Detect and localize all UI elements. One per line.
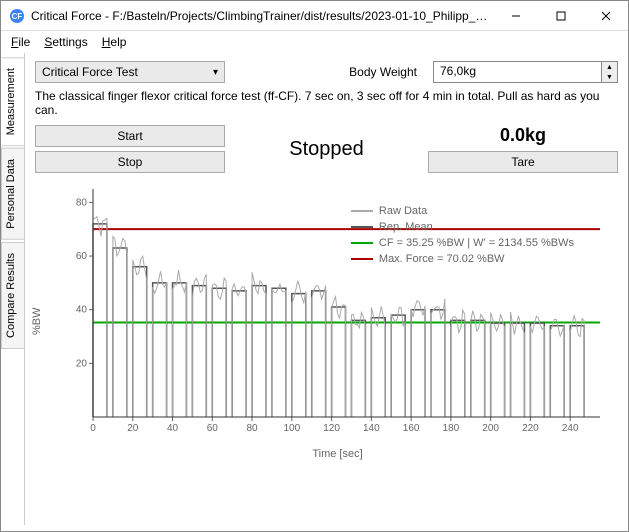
window-title: Critical Force - F:/Basteln/Projects/Cli… (31, 9, 493, 23)
svg-text:80: 80 (246, 423, 258, 434)
svg-text:CF: CF (12, 12, 23, 21)
y-axis-label: %BW (31, 308, 43, 336)
test-select[interactable]: Critical Force Test ▾ (35, 61, 225, 83)
test-description: The classical finger flexor critical for… (35, 89, 618, 117)
svg-text:0: 0 (90, 423, 96, 434)
legend-raw: Raw Data (379, 205, 427, 217)
tab-personal-data[interactable]: Personal Data (1, 148, 24, 240)
minimize-button[interactable] (493, 1, 538, 30)
svg-text:40: 40 (167, 423, 179, 434)
x-axis-label: Time [sec] (65, 448, 610, 460)
side-tabs: Measurement Personal Data Compare Result… (1, 53, 25, 525)
svg-text:240: 240 (562, 423, 579, 434)
svg-text:100: 100 (283, 423, 300, 434)
svg-text:220: 220 (522, 423, 539, 434)
chart-area: %BW 020406080100120140160180200220240204… (65, 181, 610, 517)
force-readout: 0.0kg (428, 125, 618, 146)
stop-button[interactable]: Stop (35, 151, 225, 173)
menu-settings[interactable]: Settings (44, 35, 87, 49)
svg-text:80: 80 (76, 197, 88, 208)
svg-text:160: 160 (403, 423, 420, 434)
titlebar: CF Critical Force - F:/Basteln/Projects/… (1, 1, 628, 31)
maximize-button[interactable] (538, 1, 583, 30)
legend-rep: Rep. Mean (379, 221, 433, 233)
menubar: File Settings Help (1, 31, 628, 53)
tare-button[interactable]: Tare (428, 151, 618, 173)
close-button[interactable] (583, 1, 628, 30)
spin-up-icon[interactable]: ▲ (602, 62, 617, 72)
svg-text:40: 40 (76, 305, 88, 316)
tab-measurement[interactable]: Measurement (1, 57, 24, 146)
legend-max: Max. Force = 70.02 %BW (379, 253, 505, 265)
svg-text:60: 60 (76, 251, 88, 262)
app-icon: CF (9, 8, 25, 24)
menu-help[interactable]: Help (102, 35, 127, 49)
svg-text:20: 20 (76, 358, 88, 369)
status-text: Stopped (233, 125, 420, 173)
bodyweight-value: 76,0kg (434, 62, 601, 82)
bodyweight-input[interactable]: 76,0kg ▲ ▼ (433, 61, 618, 83)
bodyweight-label: Body Weight (349, 65, 417, 79)
chart-legend: Raw Data Rep. Mean CF = 35.25 %BW | W' =… (351, 205, 574, 269)
test-select-value: Critical Force Test (42, 65, 138, 79)
svg-text:120: 120 (323, 423, 340, 434)
svg-text:60: 60 (207, 423, 219, 434)
tab-compare-results[interactable]: Compare Results (1, 242, 24, 349)
svg-text:20: 20 (127, 423, 139, 434)
svg-text:200: 200 (482, 423, 499, 434)
svg-text:140: 140 (363, 423, 380, 434)
menu-file[interactable]: File (11, 35, 30, 49)
legend-cf: CF = 35.25 %BW | W' = 2134.55 %BWs (379, 237, 574, 249)
chevron-down-icon: ▾ (213, 67, 218, 78)
start-button[interactable]: Start (35, 125, 225, 147)
spin-down-icon[interactable]: ▼ (602, 72, 617, 82)
svg-text:180: 180 (443, 423, 460, 434)
